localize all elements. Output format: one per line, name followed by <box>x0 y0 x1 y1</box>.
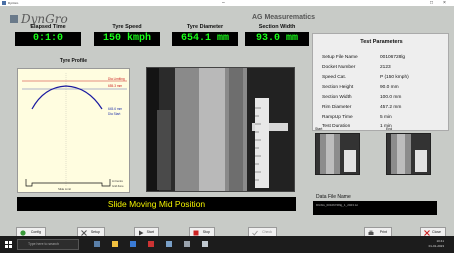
data-file-label: Data File Name <box>316 194 351 200</box>
legend-grid-zone: Grid Zone <box>112 185 124 188</box>
windows-start-icon[interactable] <box>5 241 12 248</box>
dia-limiting-label: Dia Limiting <box>108 77 125 81</box>
app-icon-blue[interactable] <box>166 241 172 247</box>
slide-limit-label: Slide Limit <box>58 187 71 191</box>
tyre-diameter-readout: 654.1 mm <box>172 32 238 46</box>
logo-icon <box>10 15 18 23</box>
test-parameters-panel: Test Parameters Setup File Name 00106728l… <box>312 33 449 131</box>
section-width-label: Section Width <box>258 24 296 30</box>
taskbar-search-input[interactable]: Type here to search <box>17 239 79 250</box>
dia-start-label: Dia Start <box>108 112 121 116</box>
tyre-speed-label: Tyre Speed <box>112 24 142 30</box>
main-panel: DynGro AG Measurematics Elapsed Time 0:1… <box>0 6 454 238</box>
browser-icon[interactable] <box>130 241 136 247</box>
end-thumb-label: End <box>386 127 393 131</box>
task-view-icon[interactable] <box>94 241 100 247</box>
app-icon-red[interactable] <box>148 241 154 247</box>
system-tray-clock[interactable]: 10:41 01-01-2023 <box>429 239 444 249</box>
camera-view <box>146 67 295 192</box>
elapsed-time-label: Elapsed Time <box>30 24 66 30</box>
status-message: Slide Moving Mid Position <box>17 197 296 211</box>
dia-start-value: 645.6 mm <box>108 107 123 111</box>
dia-limiting-value: 655.3 mm <box>108 84 123 88</box>
file-explorer-icon[interactable] <box>112 241 118 247</box>
data-file-field: DGSG_00106728lg_1_2023.txt <box>313 201 437 215</box>
taskbar: Type here to search 10:41 01-01-2023 <box>0 236 454 253</box>
test-parameters-title: Test Parameters <box>360 39 403 45</box>
tyre-diameter-label: Tyre Diameter <box>186 24 224 30</box>
app-icon <box>2 1 6 5</box>
elapsed-time-readout: 0:1:0 <box>15 32 81 46</box>
window-title: DynGro <box>8 1 19 5</box>
slide-outline <box>25 179 111 187</box>
start-thumb-label: Start <box>315 127 323 131</box>
tyre-profile-plot: Dia Limiting 655.3 mm 645.6 mm Dia Start… <box>17 68 130 193</box>
end-thumbnail[interactable] <box>386 133 431 175</box>
legend-at-centre: At Centre <box>112 180 123 183</box>
section-width-readout: 93.0 mm <box>245 32 309 46</box>
tyre-profile-title: Tyre Profile <box>59 58 88 64</box>
brand-name: AG Measurematics <box>252 14 316 21</box>
start-thumbnail[interactable] <box>315 133 360 175</box>
profile-curve <box>31 85 103 110</box>
app-icon-gray[interactable] <box>184 241 190 247</box>
dyngro-taskbar-icon[interactable] <box>202 241 208 247</box>
tyre-speed-readout: 150 kmph <box>94 32 160 46</box>
